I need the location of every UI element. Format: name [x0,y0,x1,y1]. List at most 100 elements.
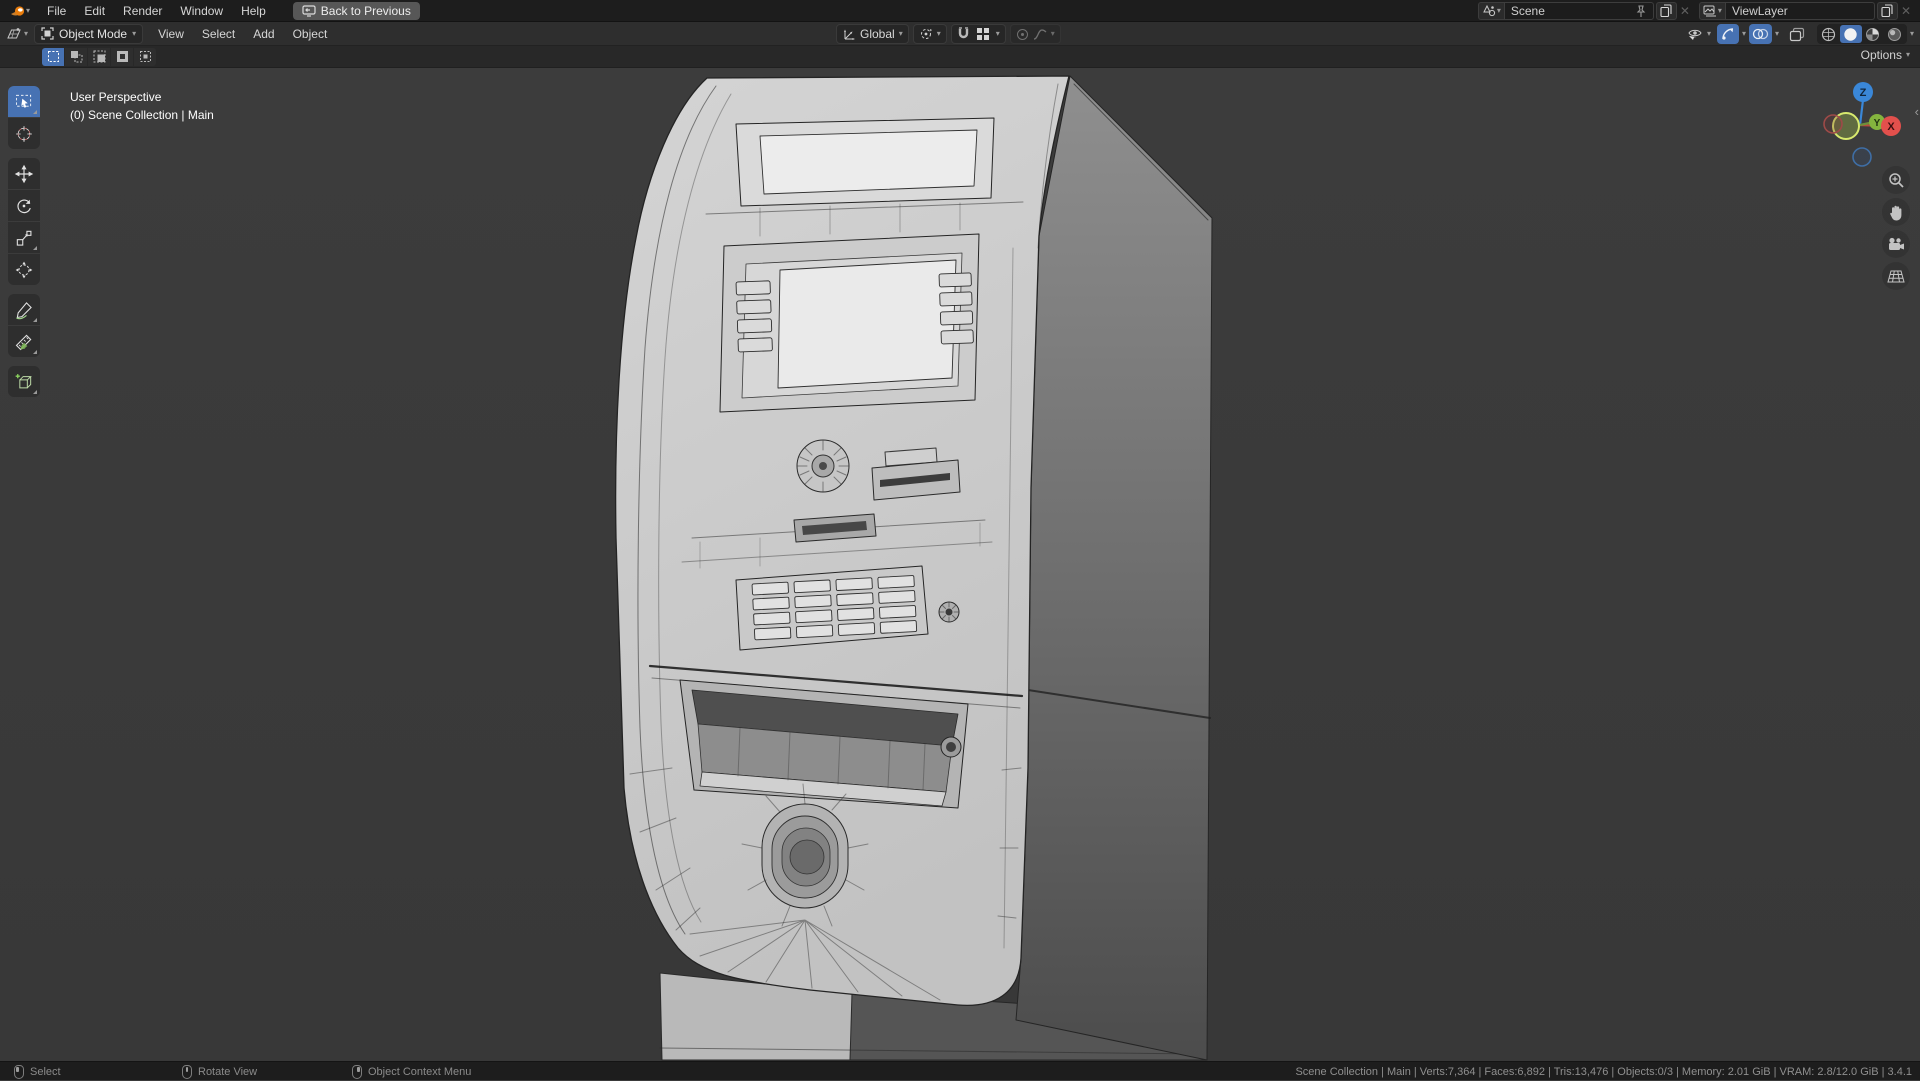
shading-solid-button[interactable] [1840,25,1862,43]
shading-wireframe-button[interactable] [1818,25,1840,43]
status-bar: Select Rotate View Object Context Menu S… [0,1061,1920,1080]
tool-annotate[interactable] [8,294,40,325]
snap-magnet-icon[interactable] [957,27,970,41]
active-collection-label: (0) Scene Collection | Main [70,106,214,124]
overlays-dropdown-chevron[interactable]: ▾ [1775,30,1779,38]
transform-orientation-dropdown[interactable]: Global ▾ [836,24,909,44]
duplicate-icon [1881,4,1894,18]
viewport-header: ▾ Object Mode ▾ View Select Add Object G… [0,22,1920,46]
editor-3d-viewport-icon [6,27,22,41]
hint-rotate-view: Rotate View [182,1062,257,1081]
gizmos-dropdown-chevron[interactable]: ▾ [1742,30,1746,38]
scene-browse-button[interactable]: ▾ [1478,2,1504,20]
svg-text:Y: Y [1874,118,1881,129]
menu-add[interactable]: Add [244,24,283,44]
menu-edit[interactable]: Edit [75,1,114,21]
viewlayer-selector: ▾ ViewLayer ✕ [1699,2,1914,20]
zoom-button[interactable] [1882,166,1910,194]
hint-context-menu: Object Context Menu [352,1062,471,1081]
proportional-editing-icon[interactable] [1016,28,1029,41]
atm-model[interactable] [0,68,1920,1061]
tool-transform[interactable] [8,254,40,285]
tool-measure[interactable] [8,326,40,357]
xray-toggle[interactable] [1786,24,1808,44]
remove-viewlayer-button[interactable]: ✕ [1898,4,1914,18]
blender-logo-icon[interactable]: ▾ [10,4,30,18]
select-mode-group [42,48,156,66]
gizmo-icon [1720,26,1736,42]
viewlayer-name-field[interactable]: ViewLayer [1725,2,1875,20]
select-mode-subtract[interactable] [88,48,110,66]
duplicate-icon [1660,4,1673,18]
menu-window[interactable]: Window [171,1,232,21]
gizmos-toggle[interactable] [1717,24,1739,44]
scene-stats: Scene Collection | Main | Verts:7,364 | … [1295,1062,1912,1081]
scene-icon [1482,4,1496,18]
new-scene-button[interactable] [1656,2,1677,20]
object-mode-icon [41,27,54,40]
shading-material-button[interactable] [1862,25,1884,43]
menu-file[interactable]: File [38,1,75,21]
topbar: ▾ File Edit Render Window Help Back to P… [0,0,1920,22]
snap-dropdown-chevron[interactable]: ▾ [996,30,1000,38]
snap-group: ▾ [951,24,1006,44]
overlays-icon [1752,27,1769,41]
back-to-previous-button[interactable]: Back to Previous [293,2,420,20]
tool-select-box[interactable] [8,86,40,117]
pivot-point-dropdown[interactable]: ▾ [913,24,947,44]
shading-rendered-button[interactable] [1884,25,1906,43]
toolbar [8,86,40,406]
gizmo-axis-neg-x[interactable] [1824,115,1842,133]
mode-dropdown[interactable]: Object Mode ▾ [34,24,143,44]
visibility-eye-icon [1687,27,1705,41]
shading-mode-group [1817,24,1907,44]
gizmo-axis-x[interactable]: X [1881,116,1901,136]
gizmo-axis-neg-z[interactable] [1853,148,1871,166]
overlays-toggle[interactable] [1749,24,1772,44]
scene-selector: ▾ Scene ✕ [1478,2,1693,20]
select-mode-extend[interactable] [65,48,87,66]
viewport-overlay-text: User Perspective (0) Scene Collection | … [70,88,214,124]
menu-select[interactable]: Select [193,24,244,44]
select-mode-invert[interactable] [111,48,133,66]
viewlayer-browse-button[interactable]: ▾ [1699,2,1725,20]
xray-icon [1789,27,1805,42]
tool-scale[interactable] [8,222,40,253]
select-mode-intersect[interactable] [134,48,156,66]
viewport-canvas[interactable]: User Perspective (0) Scene Collection | … [0,68,1920,1061]
svg-text:Z: Z [1860,87,1867,99]
camera-view-button[interactable] [1882,230,1910,258]
tool-cursor[interactable] [8,118,40,149]
view-perspective-label: User Perspective [70,88,214,106]
pivot-icon [919,27,933,41]
gizmo-axis-z[interactable]: Z [1853,82,1873,102]
falloff-curve-icon[interactable] [1033,28,1047,41]
tool-settings-bar: Options ▾ [0,46,1920,68]
select-mode-set[interactable] [42,48,64,66]
navigation-gizmo[interactable]: Z Y X [1814,76,1914,176]
show-object-types-dropdown[interactable]: ▾ [1684,24,1714,44]
tool-move[interactable] [8,158,40,189]
menu-help[interactable]: Help [232,1,275,21]
tool-add-cube[interactable] [8,366,40,397]
scene-name-field[interactable]: Scene [1504,2,1654,20]
mouse-middle-icon [182,1065,192,1079]
falloff-dropdown-chevron[interactable]: ▾ [1051,30,1055,38]
snap-target-icon[interactable] [976,27,990,41]
sidebar-toggle-arrow[interactable]: ‹ [1915,104,1919,119]
tool-rotate[interactable] [8,190,40,221]
menu-view[interactable]: View [149,24,193,44]
editor-type-button[interactable]: ▾ [6,22,28,46]
new-viewlayer-button[interactable] [1877,2,1898,20]
unlink-scene-button[interactable]: ✕ [1677,4,1693,18]
orientation-axes-icon [842,27,856,41]
shading-dropdown-chevron[interactable]: ▾ [1910,30,1914,38]
pan-button[interactable] [1882,198,1910,226]
pin-icon[interactable] [1635,5,1647,18]
orthographic-toggle-button[interactable] [1882,262,1910,290]
hint-select: Select [14,1062,61,1081]
mouse-left-icon [14,1065,24,1079]
options-dropdown[interactable]: Options ▾ [1861,48,1910,62]
menu-object[interactable]: Object [284,24,337,44]
menu-render[interactable]: Render [114,1,171,21]
